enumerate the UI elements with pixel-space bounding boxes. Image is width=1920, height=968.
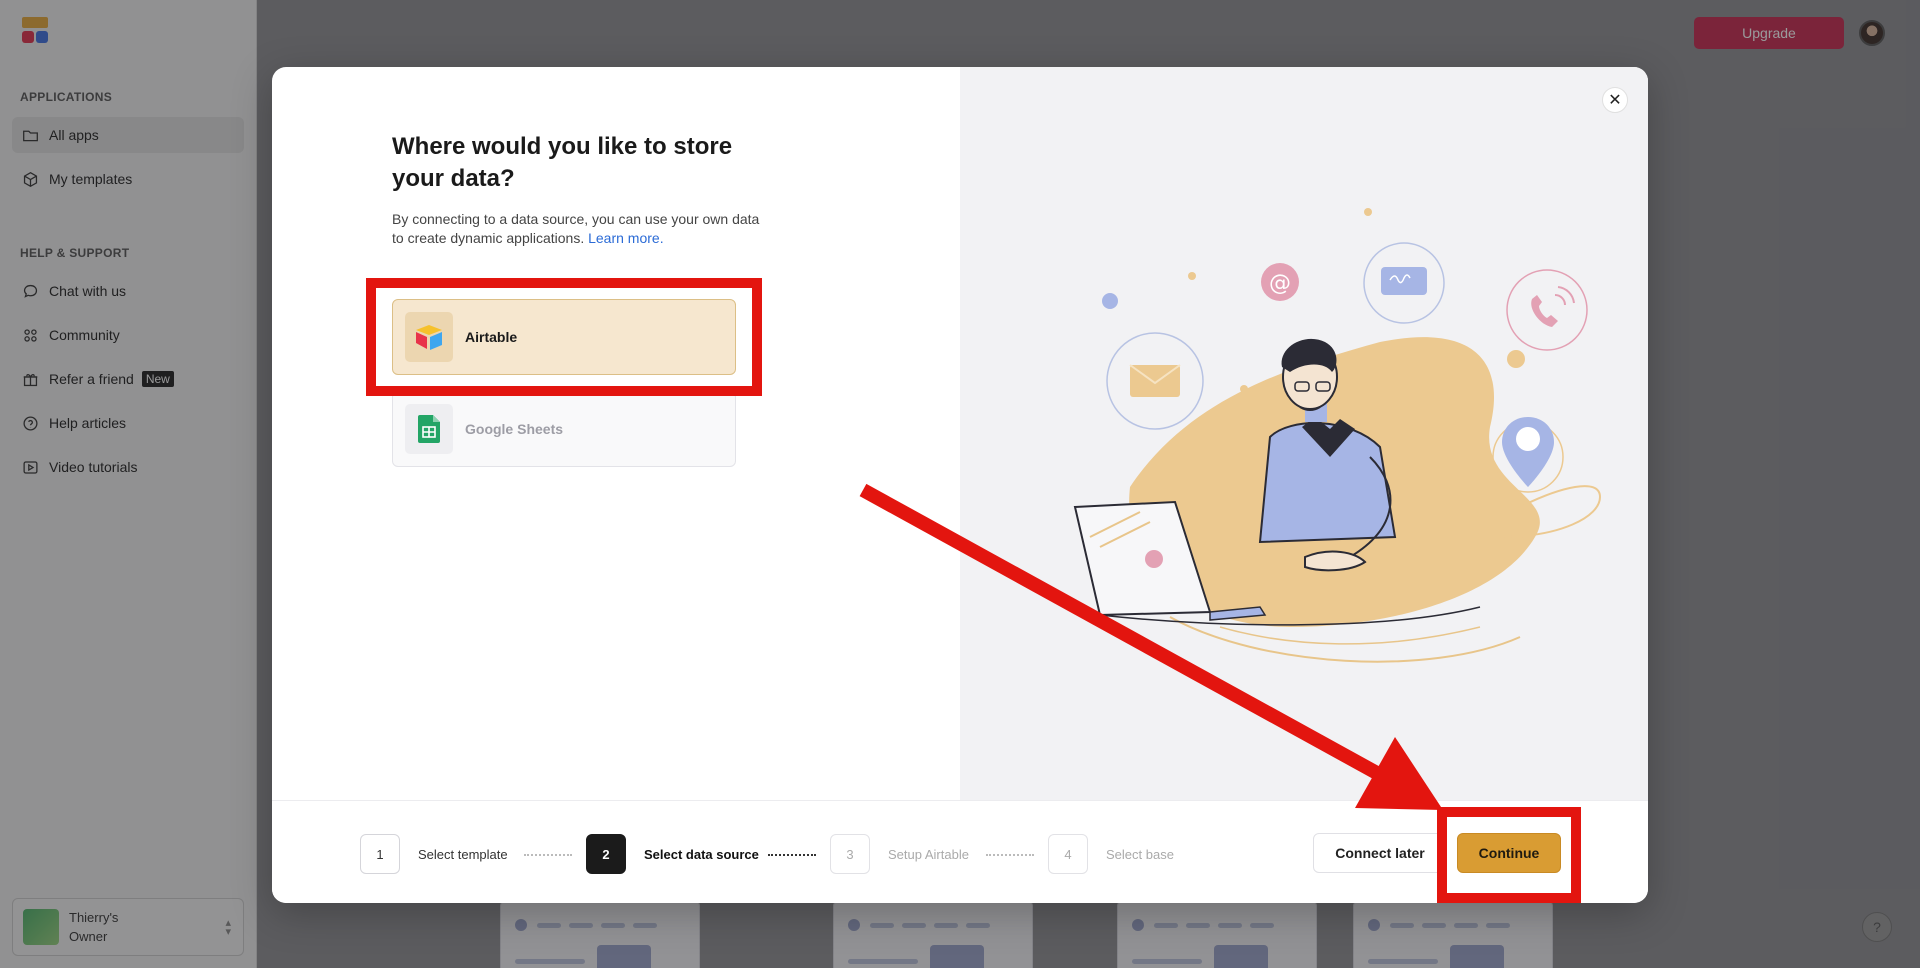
upgrade-button[interactable]: Upgrade: [1694, 17, 1844, 49]
data-source-modal: @ ✕ Where would you like to store your d…: [272, 67, 1648, 903]
illustration-panel: @: [960, 67, 1648, 800]
template-card: [1353, 900, 1553, 968]
sidebar-item-refer[interactable]: Refer a friend New: [12, 361, 244, 397]
data-source-option-airtable[interactable]: Airtable: [392, 299, 736, 375]
user-avatar[interactable]: [1859, 20, 1885, 46]
step-label: Setup Airtable: [888, 846, 969, 862]
step-number: 3: [830, 834, 870, 874]
workspace-avatar: [23, 909, 59, 945]
sidebar-item-all-apps[interactable]: All apps: [12, 117, 244, 153]
step-label: Select base: [1106, 846, 1174, 862]
gift-icon: [23, 373, 38, 386]
sidebar-item-video-tutorials[interactable]: Video tutorials: [12, 449, 244, 485]
chat-bubble-icon: [23, 284, 38, 298]
google-sheets-icon: [405, 404, 453, 454]
svg-text:@: @: [1269, 271, 1291, 296]
sidebar-item-label: Help articles: [49, 415, 127, 431]
workspace-switcher[interactable]: Thierry's Owner ▴ ▾: [12, 898, 244, 956]
community-icon: [24, 328, 37, 342]
folder-icon: [23, 130, 38, 141]
close-icon: ✕: [1608, 92, 1622, 109]
modal-title: Where would you like to store your data?: [392, 133, 733, 192]
option-label: Airtable: [465, 329, 518, 345]
section-applications: APPLICATIONS: [20, 90, 113, 104]
template-card: [500, 900, 700, 968]
step-label: Select data source: [644, 846, 759, 862]
sidebar: APPLICATIONS All apps My templates HELP …: [0, 0, 257, 968]
section-help-support: HELP & SUPPORT: [20, 246, 130, 260]
template-card: [1117, 900, 1317, 968]
step-2: 2 Select data source: [586, 834, 759, 874]
step-1: 1 Select template: [360, 834, 508, 874]
sidebar-item-chat[interactable]: Chat with us: [12, 273, 244, 309]
app-logo[interactable]: [22, 17, 50, 43]
sidebar-item-label: Refer a friend: [49, 371, 134, 387]
airtable-logo-icon: [405, 312, 453, 362]
sidebar-item-label: All apps: [49, 127, 99, 143]
step-number: 1: [360, 834, 400, 874]
data-source-option-google-sheets[interactable]: Google Sheets: [392, 391, 736, 467]
step-connector: [524, 854, 572, 856]
sidebar-item-label: My templates: [49, 171, 133, 187]
question-circle-icon: [23, 415, 38, 431]
step-number: 2: [586, 834, 626, 874]
modal-description: By connecting to a data source, you can …: [392, 210, 762, 248]
step-connector: [986, 854, 1034, 856]
sidebar-item-label: Video tutorials: [49, 459, 138, 475]
learn-more-link[interactable]: Learn more.: [588, 230, 663, 246]
step-4: 4 Select base: [1048, 834, 1174, 874]
step-label: Select template: [418, 846, 508, 862]
sidebar-item-label: Chat with us: [49, 283, 127, 299]
chevron-up-down-icon: ▴ ▾: [225, 917, 231, 938]
close-modal-button[interactable]: ✕: [1602, 87, 1628, 113]
sidebar-item-community[interactable]: Community: [12, 317, 244, 353]
workspace-name: Thierry's: [69, 910, 119, 925]
play-icon: [23, 460, 38, 474]
continue-button[interactable]: Continue: [1457, 833, 1561, 873]
sidebar-item-help-articles[interactable]: Help articles: [12, 405, 244, 441]
modal-footer: 1 Select template 2 Select data source 3…: [272, 800, 1648, 903]
option-label: Google Sheets: [465, 421, 564, 437]
description-text: By connecting to a data source, you can …: [392, 211, 760, 246]
template-card: [833, 900, 1033, 968]
sidebar-item-my-templates[interactable]: My templates: [12, 161, 244, 197]
sidebar-item-label: Community: [49, 327, 120, 343]
connect-later-button[interactable]: Connect later: [1313, 833, 1447, 873]
step-connector: [768, 854, 816, 856]
step-number: 4: [1048, 834, 1088, 874]
workspace-role: Owner: [69, 929, 108, 944]
step-3: 3 Setup Airtable: [830, 834, 969, 874]
help-fab-button[interactable]: ?: [1862, 912, 1892, 942]
new-badge: New: [141, 371, 174, 387]
person-laptop-illustration: @: [1073, 208, 1602, 663]
box-icon: [23, 171, 38, 187]
